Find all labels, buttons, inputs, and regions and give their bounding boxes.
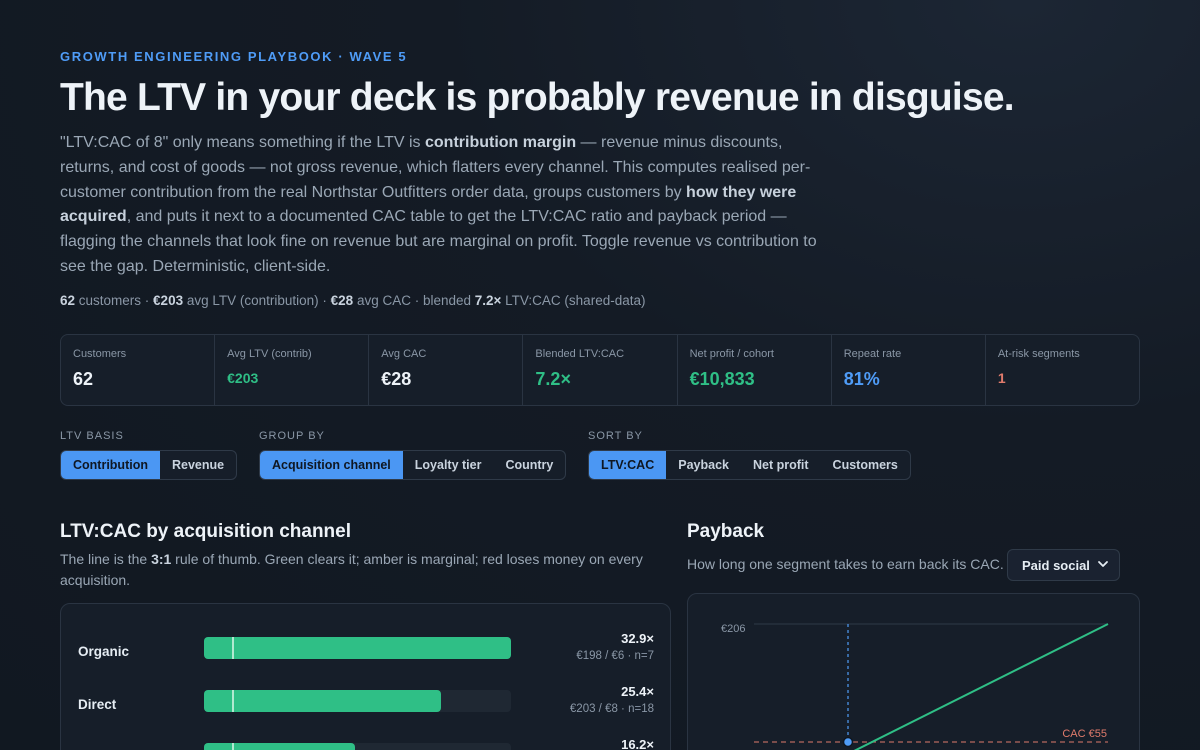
- kpi-strip: Customers 62 Avg LTV (contrib) €203 Avg CA…: [60, 334, 1140, 406]
- intro-text: "LTV:CAC of 8" only means something if t…: [60, 134, 425, 151]
- kpi-card: Repeat rate 81%: [832, 335, 986, 405]
- ratio-sub-text: The line is the: [60, 551, 152, 567]
- ratio-meta: €198 / €6 · n=7: [576, 650, 654, 662]
- group-by-option-acquisition-channel[interactable]: Acquisition channel: [260, 451, 403, 479]
- ltv-basis-label: LTV BASIS: [60, 430, 124, 442]
- threshold-tick: [232, 637, 234, 659]
- intro-text: , and puts it next to a documented CAC t…: [60, 208, 817, 275]
- kpi-label: Repeat rate: [843, 348, 902, 360]
- ltv-basis-option-revenue[interactable]: Revenue: [160, 451, 236, 479]
- summary-cac: €28: [330, 293, 354, 308]
- summary-text: avg CAC · blended: [353, 293, 475, 308]
- kpi-value: €28: [381, 369, 412, 389]
- kpi-value: €10,833: [689, 369, 755, 389]
- ratio-value: 32.9×: [621, 631, 654, 646]
- kpi-label: Blended LTV:CAC: [535, 348, 625, 360]
- kpi-value: 7.2×: [535, 369, 571, 389]
- kpi-card: Customers 62: [61, 335, 216, 405]
- kpi-value: 1: [997, 370, 1006, 386]
- sort-by-option-payback[interactable]: Payback: [666, 451, 741, 479]
- threshold-tick: [232, 690, 234, 712]
- ltv-basis-option-contribution[interactable]: Contribution: [61, 451, 160, 479]
- summary-text: LTV:CAC (shared-data): [501, 293, 646, 308]
- ratio-bar: [204, 743, 355, 750]
- cac-label: CAC €55: [1062, 728, 1107, 740]
- kpi-value: 81%: [843, 369, 880, 389]
- channel-row: Direct 25.4× €203 / €8 · n=18: [61, 684, 670, 728]
- ratio-bar-track: [204, 743, 511, 750]
- summary-ratio: 7.2×: [474, 293, 502, 308]
- ratio-sub-bold: 3:1: [151, 551, 172, 567]
- kpi-label: Avg CAC: [381, 348, 427, 360]
- payback-chart: €206 CAC €55: [721, 623, 1109, 750]
- eyebrow: GROWTH ENGINEERING PLAYBOOK · WAVE 5: [60, 49, 408, 64]
- ratio-bar: [204, 637, 511, 659]
- summary-customers: 62: [60, 293, 76, 308]
- payback-panel: €206 CAC €55: [687, 593, 1140, 750]
- sort-by-control: SORT BY LTV:CAC Payback Net profit Customer…: [588, 430, 911, 480]
- kpi-card: Avg CAC €28: [369, 335, 524, 405]
- sort-by-toggle: LTV:CAC Payback Net profit Customers: [588, 450, 911, 480]
- kpi-card: Avg LTV (contrib) €203: [215, 335, 370, 405]
- payback-title: Payback: [687, 521, 765, 542]
- payback-point[interactable]: [842, 736, 854, 748]
- ltv-basis-toggle: Contribution Revenue: [60, 450, 238, 480]
- ratio-bar: [204, 690, 441, 712]
- channel-row: Email 16.2×: [61, 737, 670, 750]
- page-title: The LTV in your deck is probably revenue…: [60, 76, 1015, 119]
- segment-select-value: Paid social: [1022, 557, 1090, 573]
- ratio-value: 16.2×: [621, 737, 654, 750]
- ratio-panel: Organic 32.9× €198 / €6 · n=7 Direct 25.4…: [60, 603, 671, 750]
- kpi-card: Net profit / cohort €10,833: [678, 335, 832, 405]
- sort-by-option-customers[interactable]: Customers: [821, 451, 910, 479]
- ratio-bar-track: [204, 690, 511, 712]
- kpi-value: €203: [227, 370, 259, 386]
- sort-by-label: SORT BY: [588, 430, 643, 442]
- intro-bold: contribution margin: [425, 134, 577, 151]
- kpi-label: Net profit / cohort: [689, 348, 774, 360]
- ratio-section-subtitle: The line is the 3:1 rule of thumb. Green…: [60, 549, 660, 591]
- summary-ltv: €203: [153, 293, 184, 308]
- summary-text: customers ·: [75, 293, 154, 308]
- kpi-label: Avg LTV (contrib): [227, 348, 312, 360]
- group-by-option-loyalty-tier[interactable]: Loyalty tier: [403, 451, 494, 479]
- channel-name: Direct: [78, 697, 117, 712]
- segment-select[interactable]: Paid social: [1007, 549, 1120, 581]
- intro-paragraph: "LTV:CAC of 8" only means something if t…: [60, 131, 830, 280]
- chevron-down-icon: [1098, 561, 1108, 567]
- group-by-control: GROUP BY Acquisition channel Loyalty tier…: [259, 430, 567, 480]
- sort-by-option-ltv-cac[interactable]: LTV:CAC: [589, 451, 667, 479]
- ratio-meta: €203 / €8 · n=18: [569, 703, 654, 715]
- kpi-label: At-risk segments: [997, 348, 1080, 360]
- ratio-bar-track: [204, 637, 511, 659]
- ratio-value: 25.4×: [621, 684, 654, 699]
- kpi-value: 62: [73, 369, 94, 389]
- sort-by-option-net-profit[interactable]: Net profit: [741, 451, 821, 479]
- channel-row: Organic 32.9× €198 / €6 · n=7: [61, 631, 670, 675]
- channel-name: Organic: [78, 644, 130, 659]
- threshold-tick: [232, 743, 234, 750]
- kpi-card: Blended LTV:CAC 7.2×: [523, 335, 678, 405]
- group-by-toggle: Acquisition channel Loyalty tier Country: [259, 450, 567, 480]
- group-by-label: GROUP BY: [259, 430, 325, 442]
- y-max-label: €206: [721, 623, 745, 635]
- payback-subtitle: How long one segment takes to earn back …: [687, 556, 1004, 572]
- summary-text: avg LTV (contribution) ·: [183, 293, 331, 308]
- ratio-section-title: LTV:CAC by acquisition channel: [60, 521, 352, 542]
- ltv-basis-control: LTV BASIS Contribution Revenue: [60, 430, 238, 480]
- kpi-label: Customers: [73, 348, 127, 360]
- group-by-option-country[interactable]: Country: [493, 451, 565, 479]
- summary-line: 62 customers · €203 avg LTV (contributio…: [60, 293, 645, 308]
- kpi-card: At-risk segments 1: [986, 335, 1139, 405]
